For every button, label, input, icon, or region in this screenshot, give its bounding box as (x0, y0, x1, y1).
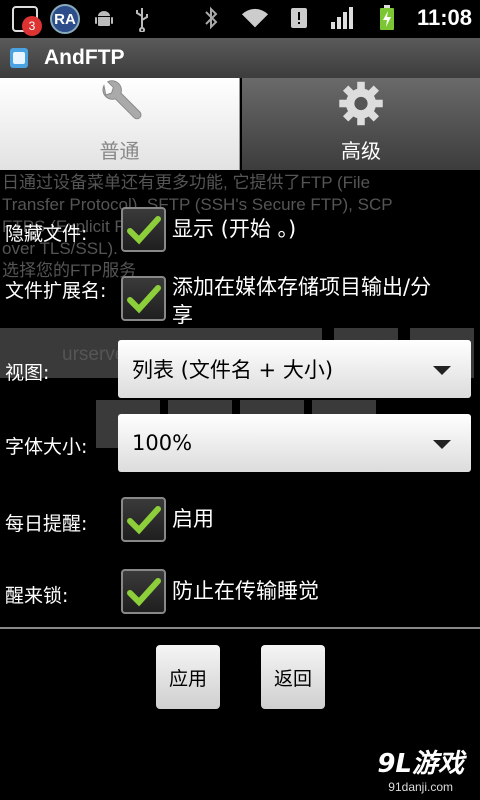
tab-bar: 普通 高级 (0, 78, 480, 170)
tab-advanced-label: 高级 (341, 139, 381, 163)
android-icon (90, 5, 118, 33)
back-button[interactable]: 返回 (261, 645, 325, 709)
checkmark-icon (126, 215, 161, 244)
hidden-files-checkbox[interactable] (121, 207, 166, 252)
hidden-files-text: 显示 (开始 。) (172, 217, 297, 241)
file-ext-text-line2: 享 (172, 303, 193, 327)
tab-advanced[interactable]: 高级 (240, 78, 480, 170)
checkmark-icon (126, 284, 161, 313)
apply-button[interactable]: 应用 (156, 645, 220, 709)
background-text-line: 日通过设备菜单还有更多功能, 它提供了FTP (File (2, 173, 371, 192)
file-ext-text-line1: 添加在媒体存储项目输出/分 (172, 275, 432, 299)
watermark-logo: 9L游戏 (377, 749, 464, 779)
usb-icon (128, 5, 156, 33)
file-ext-label: 文件扩展名: (5, 280, 107, 302)
gear-icon (339, 81, 383, 126)
notification-bag-icon: 3 (10, 4, 42, 36)
dropdown-arrow-icon (433, 366, 451, 375)
wake-lock-label: 醒来锁: (5, 585, 69, 607)
background-text-line: Transfer Protocol), SFTP (SSH's Secure F… (2, 195, 393, 214)
background-input-text: urserve (62, 344, 126, 365)
divider (0, 627, 480, 629)
tab-general-label: 普通 (99, 139, 140, 163)
notification-badge: 3 (22, 16, 42, 36)
alert-icon (285, 4, 313, 32)
tab-general[interactable]: 普通 (0, 78, 240, 170)
watermark: 9L游戏 91danji.com (377, 743, 464, 794)
checkmark-icon (126, 577, 161, 606)
dropdown-arrow-icon (433, 440, 451, 449)
hidden-files-label: 隐藏文件: (5, 223, 88, 245)
app-title: AndFTP (44, 46, 125, 69)
view-select[interactable]: 列表 (文件名 + 大小) (118, 340, 471, 398)
font-size-label: 字体大小: (5, 436, 88, 458)
view-label: 视图: (5, 362, 50, 384)
file-ext-checkbox[interactable] (121, 276, 166, 321)
daily-reminder-text: 启用 (172, 507, 214, 531)
wrench-icon (101, 80, 141, 120)
view-select-value: 列表 (文件名 + 大小) (132, 358, 334, 382)
andftp-app-icon (8, 46, 30, 70)
battery-charging-icon (373, 4, 401, 32)
title-bar: AndFTP (0, 38, 480, 78)
watermark-url: 91danji.com (388, 780, 454, 794)
status-bar: 3 RA 11:08 (0, 0, 480, 38)
font-size-select[interactable]: 100% (118, 414, 471, 472)
daily-reminder-checkbox[interactable] (121, 497, 166, 542)
wake-lock-checkbox[interactable] (121, 569, 166, 614)
clock: 11:08 (416, 5, 472, 30)
font-size-select-value: 100% (132, 431, 193, 455)
checkmark-icon (126, 505, 161, 534)
ra-app-icon: RA (50, 4, 80, 34)
daily-reminder-label: 每日提醒: (5, 513, 88, 535)
wifi-icon (241, 4, 269, 32)
bluetooth-icon (197, 4, 225, 32)
wake-lock-text: 防止在传输睡觉 (172, 579, 319, 603)
signal-icon (329, 4, 357, 32)
